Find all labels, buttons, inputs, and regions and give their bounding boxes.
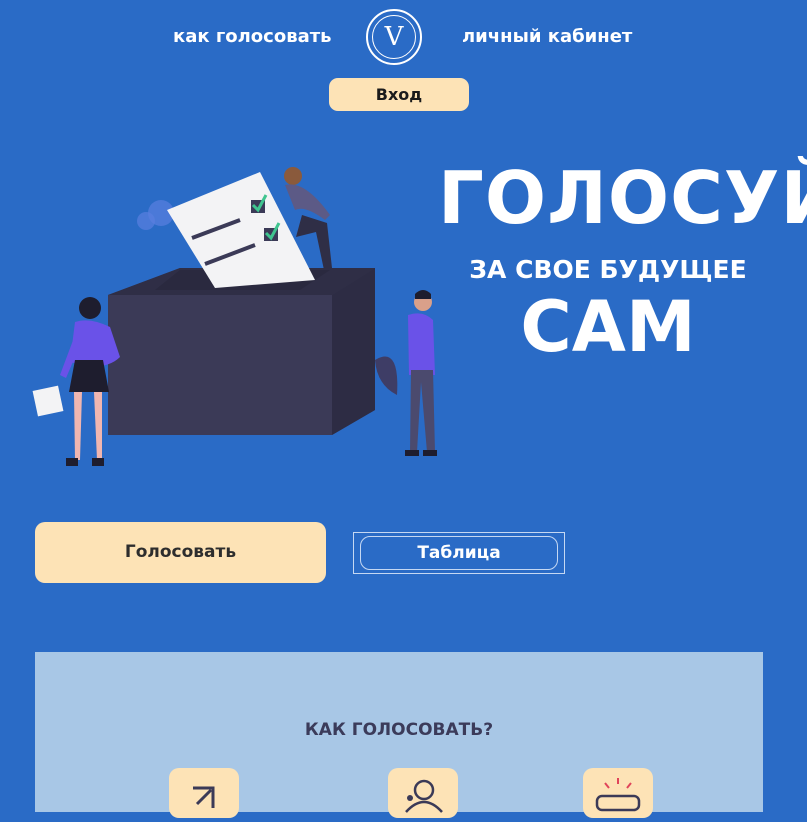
nav-link-personal-cabinet[interactable]: личный кабинет [462,26,632,47]
hero-title: ГОЛОСУЙ [438,156,807,240]
alarm-icon [595,778,641,812]
vote-button[interactable]: Голосовать [35,522,326,583]
hero-subtitle: ЗА СВОЕ БУДУЩЕЕ [469,255,747,284]
how-to-vote-title: КАК ГОЛОСОВАТЬ? [304,720,494,740]
logo-letter: V [372,15,416,59]
voting-illustration-image [32,167,437,466]
enter-icon [193,786,215,808]
nav-link-how-to-vote[interactable]: как голосовать [173,26,332,47]
how-to-vote-section: КАК ГОЛОСОВАТЬ? [35,652,763,818]
step-card-alarm [583,768,653,818]
step-card-user [388,768,458,818]
step-card-enter [169,768,239,818]
login-button[interactable]: Вход [329,78,469,111]
user-badge-icon [405,779,443,813]
table-button-frame: Таблица [353,532,565,574]
logo[interactable]: V [366,9,422,65]
hero-big-text: САМ [520,286,696,368]
table-button[interactable]: Таблица [360,536,558,570]
